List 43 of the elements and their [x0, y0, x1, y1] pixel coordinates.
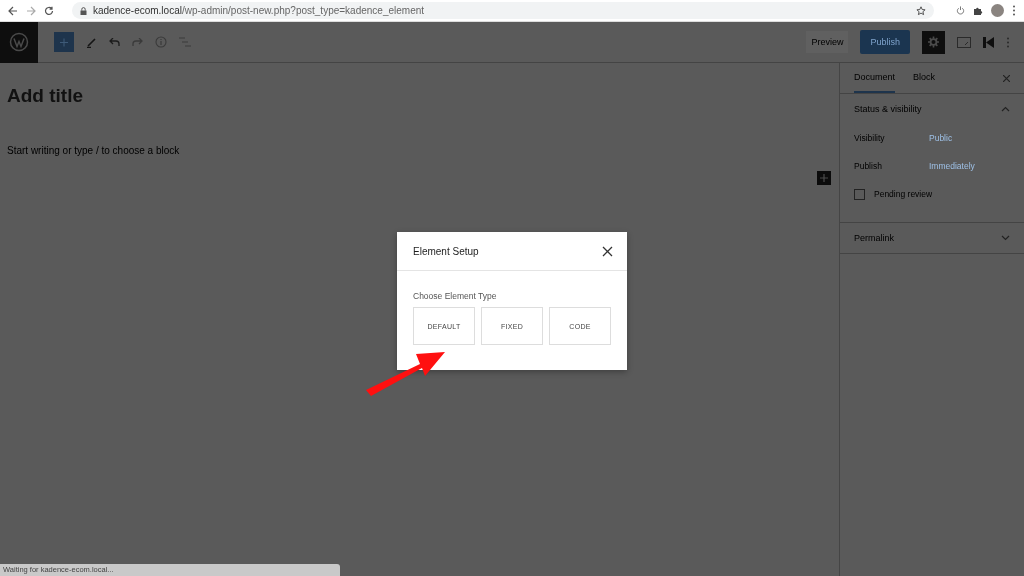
title-field[interactable]: Add title: [7, 85, 832, 107]
gear-icon: [928, 36, 939, 48]
close-icon[interactable]: [1003, 74, 1010, 82]
close-icon: [602, 245, 613, 257]
field-label: Choose Element Type: [413, 291, 498, 301]
more-icon[interactable]: [1012, 5, 1016, 16]
chevron-icon: [1001, 235, 1010, 241]
panel-icon[interactable]: [957, 36, 971, 48]
plus-icon: [60, 37, 68, 47]
block-placeholder[interactable]: Start writing or type / to choose a block: [7, 145, 832, 156]
puzzle-icon[interactable]: [973, 5, 983, 16]
plus-icon: [820, 174, 828, 182]
wordpress-logo[interactable]: [0, 21, 38, 63]
settings-button[interactable]: [922, 30, 945, 54]
undo-icon[interactable]: [109, 37, 120, 47]
publish-button[interactable]: Publish: [860, 30, 910, 54]
power-icon[interactable]: [956, 6, 965, 15]
setting-label: Publish: [854, 161, 883, 171]
kadence-logo[interactable]: [983, 36, 994, 48]
setting-label: Visibility: [854, 133, 886, 143]
preview-button[interactable]: Preview: [806, 31, 849, 53]
info-icon[interactable]: [155, 36, 167, 48]
modal-title: Element Setup: [413, 245, 479, 257]
back-icon[interactable]: [8, 5, 18, 16]
panel-header[interactable]: Status & visibility: [854, 94, 1010, 124]
sidebar-tab[interactable]: Document: [854, 63, 896, 93]
avatar[interactable]: [991, 4, 1004, 17]
panel-header[interactable]: Permalink: [854, 223, 1010, 253]
address-bar[interactable]: kadence-ecom.local/wp-admin/post-new.php?post_type=kadence_element: [72, 2, 934, 19]
lock-icon: [80, 6, 87, 15]
chevron-icon: [1001, 106, 1010, 112]
pencil-icon[interactable]: [86, 36, 97, 48]
close-button[interactable]: [602, 245, 613, 257]
setting-link[interactable]: Immediately: [929, 161, 975, 171]
setting-link[interactable]: Public: [929, 133, 953, 143]
sidebar-tab[interactable]: Block: [913, 63, 936, 93]
add-block-button[interactable]: [817, 171, 831, 185]
star-icon[interactable]: [916, 5, 926, 16]
reload-icon[interactable]: [44, 5, 54, 16]
redo-icon[interactable]: [132, 37, 143, 47]
forward-icon[interactable]: [26, 5, 36, 16]
checkbox[interactable]: [854, 188, 865, 200]
checkbox-label: Pending review: [874, 189, 933, 199]
